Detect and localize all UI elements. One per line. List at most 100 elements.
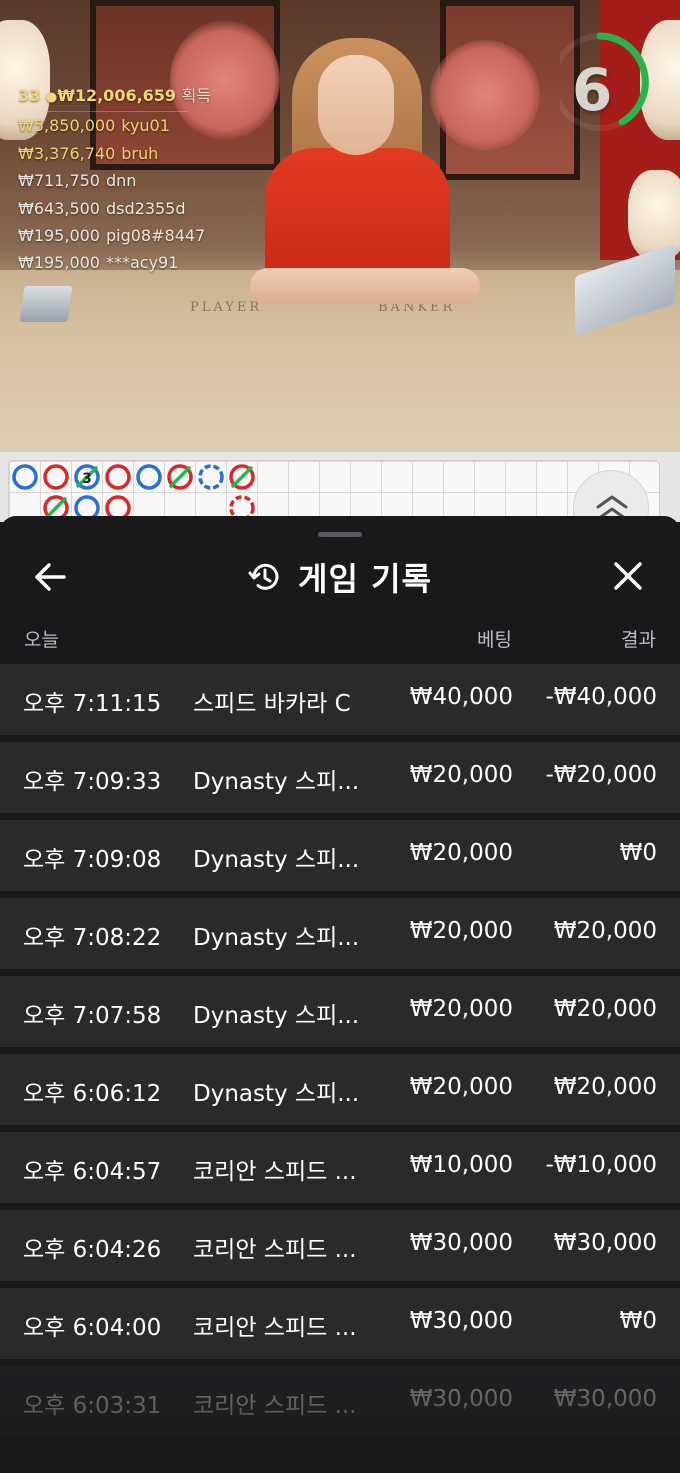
person-icon: ● (45, 90, 58, 105)
history-bet: ₩30,000 (409, 1308, 513, 1334)
sheet-title: 게임 기록 (298, 560, 432, 598)
history-time: 오후 7:11:15 (23, 691, 162, 717)
winner-name: pig08#8447 (105, 226, 206, 246)
history-row[interactable]: 오후 7:11:15 스피드 바카라 C ₩40,000 -₩40,000 (0, 664, 680, 735)
history-time: 오후 6:04:26 (23, 1237, 162, 1263)
winner-amount: ₩195,000 (18, 253, 100, 273)
winner-row: ₩711,750 dnn (18, 167, 211, 194)
road-tie-line (169, 466, 191, 488)
close-button[interactable] (608, 556, 648, 596)
history-game: 코리안 스피드 ... (193, 1393, 357, 1419)
history-row[interactable]: 오후 7:08:22 Dynasty 스피... ₩20,000 ₩20,000 (0, 898, 680, 969)
history-list: 오후 7:11:15 스피드 바카라 C ₩40,000 -₩40,000 오후 7:0… (0, 664, 680, 1444)
history-bet: ₩20,000 (409, 918, 513, 944)
winner-amount: ₩5,850,000 (18, 116, 116, 136)
winner-amount: ₩711,750 (18, 171, 100, 191)
history-row[interactable]: 오후 6:03:31 코리안 스피드 ... ₩30,000 ₩30,000 (0, 1366, 680, 1437)
winner-row: ₩3,376,740 bruh (18, 140, 211, 167)
history-row[interactable]: 오후 7:09:33 Dynasty 스피... ₩20,000 -₩20,000 (0, 742, 680, 813)
road-tie-line (231, 466, 253, 488)
history-bet: ₩30,000 (409, 1386, 513, 1412)
history-time: 오후 6:06:12 (23, 1081, 162, 1107)
history-bet: ₩30,000 (409, 1230, 513, 1256)
winner-name: dnn (105, 171, 137, 191)
history-bet: ₩20,000 (409, 762, 513, 788)
road-markers: 3 (12, 464, 255, 521)
history-bet: ₩20,000 (409, 1074, 513, 1100)
winner-row: ₩643,500 dsd2355d (18, 195, 211, 222)
history-row[interactable]: 오후 7:07:58 Dynasty 스피... ₩20,000 ₩20,000 (0, 976, 680, 1047)
history-game: Dynasty 스피... (193, 769, 360, 795)
history-game: Dynasty 스피... (193, 1081, 360, 1107)
history-result: -₩10,000 (545, 1152, 657, 1178)
road-marker-player (12, 464, 38, 490)
road-marker-banker (105, 464, 131, 490)
blossom-decoration (430, 40, 540, 150)
history-row[interactable]: 오후 6:04:26 코리안 스피드 ... ₩30,000 ₩30,000 (0, 1210, 680, 1281)
history-result: ₩20,000 (553, 918, 657, 944)
history-time: 오후 7:07:58 (23, 1003, 162, 1029)
winner-name: dsd2355d (105, 198, 186, 218)
history-bet: ₩10,000 (409, 1152, 513, 1178)
game-history-sheet: 게임 기록 오늘 베팅 결과 오후 7:11:15 스피드 바카라 C ₩40,00… (0, 516, 680, 1473)
road-marker-player (136, 464, 162, 490)
column-header-result: 결과 (621, 629, 656, 651)
history-result: ₩20,000 (553, 1074, 657, 1100)
road-tie-count: 3 (82, 471, 92, 487)
history-time: 오후 6:04:00 (23, 1315, 162, 1341)
winner-row: ₩5,850,000 kyu01 (18, 112, 211, 139)
history-clock-icon (248, 563, 279, 590)
history-result: ₩30,000 (553, 1230, 657, 1256)
winners-count: 33 (18, 86, 41, 105)
road-tie-line (45, 497, 67, 519)
sheet-drag-handle[interactable] (318, 532, 362, 537)
road-marker-banker (43, 464, 69, 490)
history-game: Dynasty 스피... (193, 1003, 360, 1029)
history-time: 오후 7:09:08 (23, 847, 162, 873)
history-row[interactable]: 오후 7:09:08 Dynasty 스피... ₩20,000 ₩0 (0, 820, 680, 891)
road-marker-player (198, 464, 224, 490)
close-icon (614, 562, 642, 590)
history-time: 오후 6:03:31 (23, 1393, 162, 1419)
history-result: ₩0 (619, 1308, 657, 1334)
live-video-feed: PLAYER BANKER 33 ●₩12,006,659 획득 ₩5,850,… (0, 0, 680, 452)
history-row[interactable]: 오후 6:06:12 Dynasty 스피... ₩20,000 ₩20,000 (0, 1054, 680, 1125)
countdown-number: 6 (572, 56, 613, 124)
history-game: 코리안 스피드 ... (193, 1237, 357, 1263)
history-result: -₩40,000 (545, 684, 657, 710)
dealer-body (265, 148, 450, 288)
winners-suffix: 획득 (181, 86, 212, 105)
history-result: ₩20,000 (553, 996, 657, 1022)
table-label-player: PLAYER (190, 300, 263, 315)
history-time: 오후 7:09:33 (23, 769, 162, 795)
winners-header: 33 ●₩12,006,659 획득 (18, 82, 211, 111)
history-game: Dynasty 스피... (193, 847, 360, 873)
dealer-face (318, 55, 394, 155)
history-game: Dynasty 스피... (193, 925, 360, 951)
card-holder-left (19, 286, 73, 322)
winner-row: ₩195,000 ***acy91 (18, 249, 211, 276)
winners-total: ₩12,006,659 (57, 86, 177, 105)
history-bet: ₩40,000 (409, 684, 513, 710)
history-result: ₩0 (619, 840, 657, 866)
history-bet: ₩20,000 (409, 840, 513, 866)
history-game: 스피드 바카라 C (193, 691, 351, 717)
history-row[interactable]: 오후 6:04:00 코리안 스피드 ... ₩30,000 ₩0 (0, 1288, 680, 1359)
winner-name: bruh (121, 143, 159, 163)
sheet-header: 게임 기록 (0, 552, 680, 602)
history-result: ₩30,000 (553, 1386, 657, 1412)
history-result: -₩20,000 (545, 762, 657, 788)
history-game: 코리안 스피드 ... (193, 1315, 357, 1341)
winner-amount: ₩195,000 (18, 226, 100, 246)
dealer-arms (250, 268, 480, 304)
winner-amount: ₩643,500 (18, 198, 100, 218)
countdown-timer: 6 (551, 26, 656, 138)
history-bet: ₩20,000 (409, 996, 513, 1022)
column-header-date: 오늘 (24, 629, 59, 651)
winner-name: kyu01 (121, 116, 170, 136)
history-row[interactable]: 오후 6:04:57 코리안 스피드 ... ₩10,000 -₩10,000 (0, 1132, 680, 1203)
history-time: 오후 6:04:57 (23, 1159, 162, 1185)
winner-row: ₩195,000 pig08#8447 (18, 222, 211, 249)
winner-amount: ₩3,376,740 (18, 143, 116, 163)
column-header-bet: 베팅 (477, 629, 512, 651)
